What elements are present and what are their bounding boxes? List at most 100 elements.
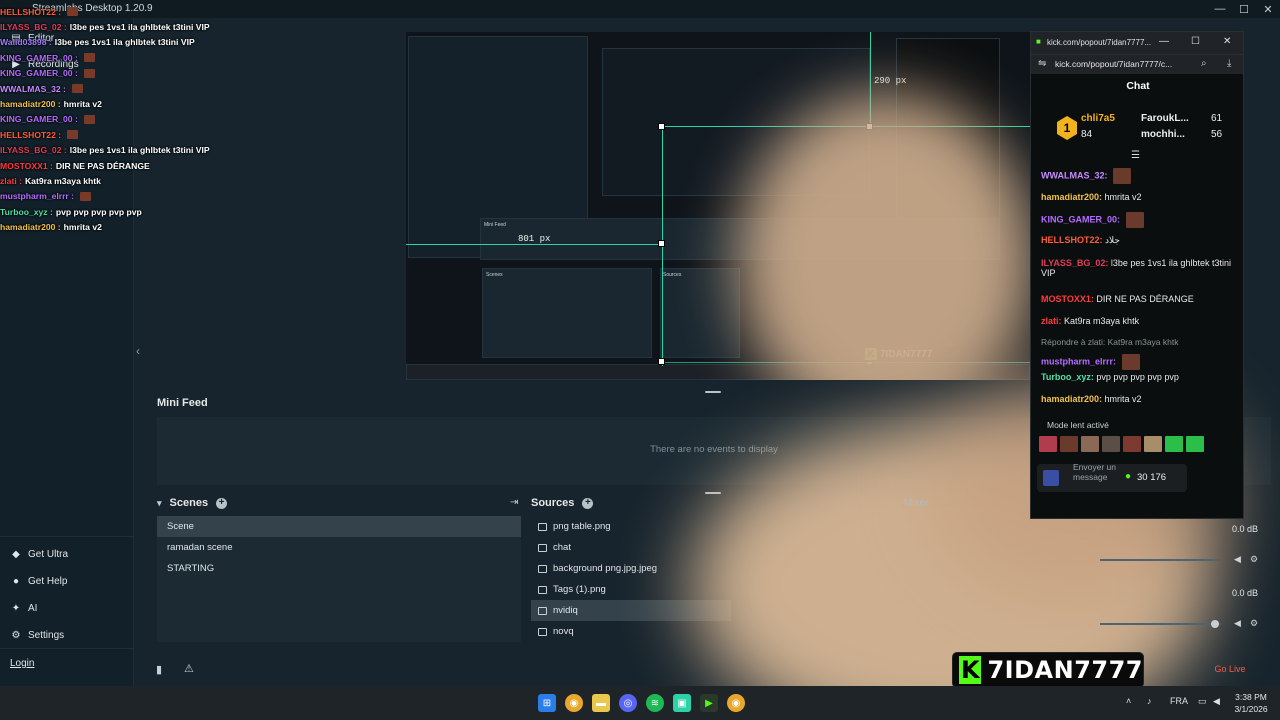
kick-chat-line[interactable]: ILYASS_BG_02: l3be pes 1vs1 ila ghlbtek …	[1041, 258, 1237, 278]
image-source-icon	[538, 606, 547, 615]
emote-icon[interactable]	[1081, 436, 1099, 452]
chat-username[interactable]: Turboo_xyz:	[1041, 372, 1094, 382]
volume-icon[interactable]: ◀	[1213, 696, 1220, 707]
chat-username[interactable]: mustpharm_elrrr:	[1041, 356, 1116, 366]
kick-app-icon[interactable]: ▶	[700, 694, 718, 712]
chevron-up-icon[interactable]: ˄	[1126, 696, 1131, 706]
volume-fader[interactable]	[1100, 623, 1220, 625]
login-link[interactable]: Login	[10, 658, 34, 669]
sidebar-item-settings[interactable]: ⚙ Settings	[10, 629, 65, 641]
emote-icon	[67, 7, 79, 17]
chrome-icon[interactable]: ◉	[565, 694, 583, 712]
kick-message-input[interactable]: Envoyer un message ● 30 176	[1037, 462, 1187, 492]
emote-icon[interactable]	[1144, 436, 1162, 452]
points-value: 30 176	[1137, 472, 1167, 483]
emote-icon[interactable]	[1039, 436, 1057, 452]
go-live-button[interactable]: Go Live	[1198, 660, 1262, 678]
scene-transition-icon[interactable]: ⇥	[510, 497, 518, 508]
chrome-icon[interactable]: ◉	[727, 694, 745, 712]
folder-icon[interactable]: ▬	[592, 694, 610, 712]
add-scene-button[interactable]: +	[216, 497, 228, 509]
chevron-down-icon[interactable]: ▾	[157, 498, 162, 509]
discord-icon[interactable]: ◎	[619, 694, 637, 712]
kick-chat-line[interactable]: HELLSHOT22: جلاد	[1041, 235, 1237, 246]
stats-icon[interactable]: ▮	[156, 663, 162, 676]
download-icon[interactable]: ⤓	[1227, 58, 1231, 69]
sidebar-item-get-ultra[interactable]: ◆ Get Ultra	[10, 548, 68, 560]
scene-item[interactable]: STARTING	[157, 558, 521, 579]
gear-icon[interactable]: ⚙	[1250, 554, 1258, 565]
chat-username[interactable]: WWALMAS_32:	[1041, 170, 1108, 180]
minimize-button[interactable]: —	[1159, 36, 1169, 47]
sources-title: Sources	[531, 497, 575, 509]
emote-icon[interactable]	[1123, 436, 1141, 452]
kick-chat-line[interactable]: KING_GAMER_00:	[1041, 212, 1237, 228]
kick-chat-line[interactable]: WWALMAS_32:	[1041, 168, 1237, 184]
monitor-icon[interactable]: ▭	[1198, 696, 1207, 707]
sidebar-item-get-help[interactable]: ● Get Help	[10, 575, 68, 587]
windows-start-icon[interactable]: ⊞	[538, 694, 556, 712]
site-settings-icon[interactable]: ⇋	[1038, 58, 1046, 69]
fader-knob[interactable]	[1211, 620, 1219, 628]
chat-username: HELLSHOT22 :	[0, 129, 62, 140]
nested-sources	[660, 268, 740, 358]
close-button[interactable]: ✕	[1256, 0, 1280, 18]
sidebar-item-ai[interactable]: ✦ AI	[10, 602, 38, 614]
language-indicator[interactable]: FRA	[1170, 696, 1188, 706]
chat-username[interactable]: hamadiatr200:	[1041, 394, 1102, 404]
sidebar-item-label: Settings	[28, 629, 65, 641]
chat-username[interactable]: MOSTOXX1:	[1041, 294, 1094, 304]
source-item[interactable]: png table.png	[531, 516, 731, 537]
kick-address-bar[interactable]: ⇋ kick.com/popout/7idan7777/c... ⌕ ⤓	[1031, 54, 1243, 74]
emote-icon[interactable]	[1165, 436, 1183, 452]
chat-username[interactable]: KING_GAMER_00:	[1041, 214, 1120, 224]
kick-chat-line[interactable]: hamadiatr200: hmrita v2	[1041, 394, 1237, 404]
chat-username[interactable]: ILYASS_BG_02:	[1041, 258, 1108, 268]
pinned-icon[interactable]: ☰	[1131, 150, 1140, 161]
image-source-icon	[538, 585, 547, 594]
kick-chat-line[interactable]: mustpharm_elrrr:	[1041, 354, 1237, 370]
streamlabs-icon[interactable]: ▣	[673, 694, 691, 712]
overlay-chat-line: ILYASS_BG_02 : l3be pes 1vs1 ila ghlbtek …	[0, 143, 240, 158]
zoom-icon[interactable]: ⌕	[1201, 58, 1207, 69]
scene-item[interactable]: Scene	[157, 516, 521, 537]
maximize-button[interactable]: ☐	[1191, 36, 1200, 47]
kick-channel-name: 7IDAN7777	[987, 656, 1143, 684]
speaker-icon[interactable]: ◀	[1234, 618, 1241, 629]
resize-handle[interactable]	[658, 123, 665, 130]
stream-preview[interactable]: Mini Feed Scenes Sources 801 px 290 px K…	[406, 32, 1030, 380]
kick-chat-line[interactable]: Turboo_xyz: pvp pvp pvp pvp pvp	[1041, 372, 1237, 382]
emote-icon	[80, 191, 92, 201]
nested-sources-title: Sources	[663, 272, 682, 278]
microphone-icon[interactable]: ♪	[1147, 696, 1152, 706]
kick-chat-line[interactable]: zlati: Kat9ra m3aya khtk	[1041, 316, 1237, 326]
gear-icon[interactable]: ⚙	[1250, 618, 1258, 629]
nested-scenes	[482, 268, 652, 358]
overlay-chat-line: KING_GAMER_00 :	[0, 112, 240, 127]
emote-icon[interactable]	[1102, 436, 1120, 452]
rank-badge: 1	[1057, 116, 1077, 140]
kick-chat-line[interactable]: MOSTOXX1: DIR NE PAS DÉRANGE	[1041, 294, 1237, 304]
chat-username[interactable]: hamadiatr200:	[1041, 192, 1102, 202]
alert-icon[interactable]: ⚠	[184, 662, 194, 675]
close-button[interactable]: ✕	[1223, 36, 1231, 47]
spotify-icon[interactable]: ≋	[646, 694, 664, 712]
drag-handle[interactable]	[705, 492, 721, 494]
speaker-icon[interactable]: ◀	[1234, 554, 1241, 565]
resize-handle[interactable]	[658, 240, 665, 247]
minimize-button[interactable]: —	[1208, 0, 1232, 18]
image-source-icon	[538, 627, 547, 636]
chat-username[interactable]: zlati:	[1041, 316, 1062, 326]
maximize-button[interactable]: ☐	[1232, 0, 1256, 18]
chat-username[interactable]: HELLSHOT22:	[1041, 235, 1103, 245]
add-source-button[interactable]: +	[582, 497, 594, 509]
overlay-chat-line: HELLSHOT22 :	[0, 4, 240, 19]
resize-handle[interactable]	[658, 358, 665, 365]
emote-icon[interactable]	[1060, 436, 1078, 452]
chevron-left-icon[interactable]: ‹	[136, 344, 140, 358]
scene-item[interactable]: ramadan scene	[157, 537, 521, 558]
clock[interactable]: 3:38 PM 3/1/2026	[1228, 691, 1274, 715]
volume-fader[interactable]	[1100, 559, 1220, 561]
emote-icon[interactable]	[1186, 436, 1204, 452]
kick-chat-line[interactable]: hamadiatr200: hmrita v2	[1041, 192, 1237, 202]
